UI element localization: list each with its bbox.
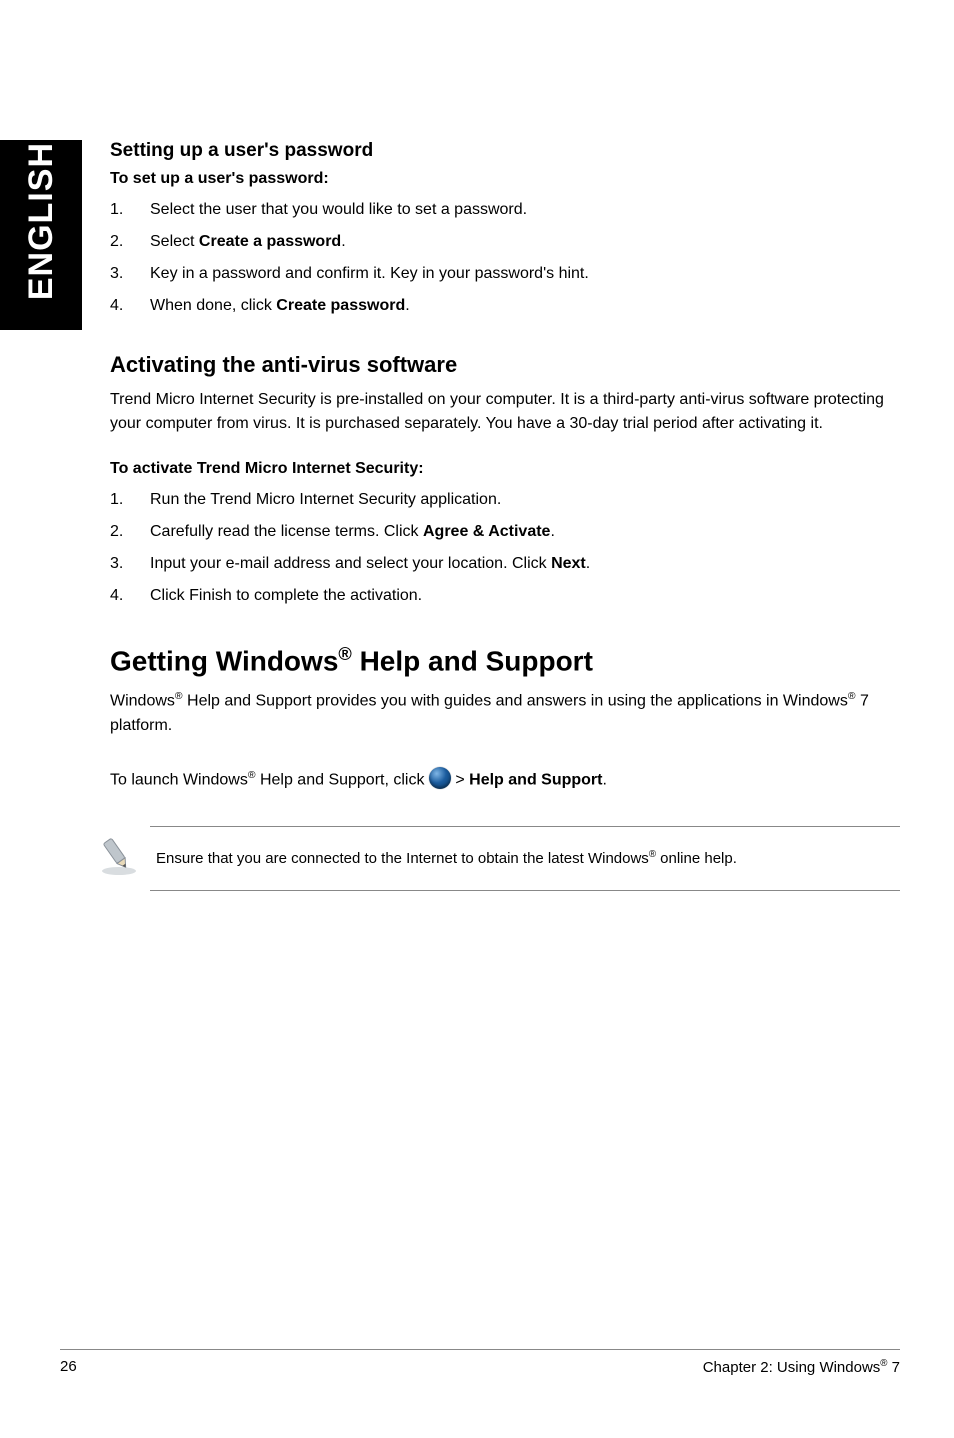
step-text: Input your e-mail address and select you… bbox=[150, 552, 590, 576]
step-text: Run the Trend Micro Internet Security ap… bbox=[150, 488, 501, 512]
list-item: 4. Click Finish to complete the activati… bbox=[110, 584, 900, 608]
step-number: 3. bbox=[110, 262, 150, 286]
paragraph-antivirus-intro: Trend Micro Internet Security is pre-ins… bbox=[110, 388, 900, 436]
list-item: 3. Input your e-mail address and select … bbox=[110, 552, 900, 576]
list-item: 1. Run the Trend Micro Internet Security… bbox=[110, 488, 900, 512]
paragraph-launch-help: To launch Windows® Help and Support, cli… bbox=[110, 768, 900, 792]
paragraph-help-intro: Windows® Help and Support provides you w… bbox=[110, 689, 900, 737]
page-content: Setting up a user's password To set up a… bbox=[110, 140, 900, 891]
heading-set-password: Setting up a user's password bbox=[110, 140, 900, 162]
note-text: Ensure that you are connected to the Int… bbox=[156, 849, 737, 869]
page-footer: 26 Chapter 2: Using Windows® 7 bbox=[60, 1349, 900, 1376]
page-number: 26 bbox=[60, 1358, 77, 1376]
step-number: 2. bbox=[110, 520, 150, 544]
step-text: Select the user that you would like to s… bbox=[150, 198, 527, 222]
list-set-password: 1. Select the user that you would like t… bbox=[110, 198, 900, 318]
step-number: 1. bbox=[110, 488, 150, 512]
list-antivirus: 1. Run the Trend Micro Internet Security… bbox=[110, 488, 900, 608]
step-text: Select Create a password. bbox=[150, 230, 346, 254]
chapter-label: Chapter 2: Using Windows® 7 bbox=[703, 1358, 900, 1376]
step-text: Carefully read the license terms. Click … bbox=[150, 520, 555, 544]
step-text: Key in a password and confirm it. Key in… bbox=[150, 262, 589, 286]
side-language-label: ENGLISH bbox=[22, 142, 61, 300]
note-pencil-icon bbox=[98, 835, 148, 882]
step-text: Click Finish to complete the activation. bbox=[150, 584, 422, 608]
note-block: Ensure that you are connected to the Int… bbox=[110, 826, 900, 891]
list-item: 2. Select Create a password. bbox=[110, 230, 900, 254]
list-item: 4. When done, click Create password. bbox=[110, 294, 900, 318]
step-number: 1. bbox=[110, 198, 150, 222]
subheading-set-password: To set up a user's password: bbox=[110, 170, 900, 188]
heading-help-support: Getting Windows® Help and Support bbox=[110, 644, 900, 677]
list-item: 3. Key in a password and confirm it. Key… bbox=[110, 262, 900, 286]
step-number: 4. bbox=[110, 584, 150, 608]
step-text: When done, click Create password. bbox=[150, 294, 410, 318]
windows-start-orb-icon bbox=[429, 767, 451, 789]
list-item: 1. Select the user that you would like t… bbox=[110, 198, 900, 222]
step-number: 2. bbox=[110, 230, 150, 254]
list-item: 2. Carefully read the license terms. Cli… bbox=[110, 520, 900, 544]
subheading-antivirus: To activate Trend Micro Internet Securit… bbox=[110, 460, 900, 478]
step-number: 3. bbox=[110, 552, 150, 576]
step-number: 4. bbox=[110, 294, 150, 318]
heading-antivirus: Activating the anti-virus software bbox=[110, 352, 900, 378]
